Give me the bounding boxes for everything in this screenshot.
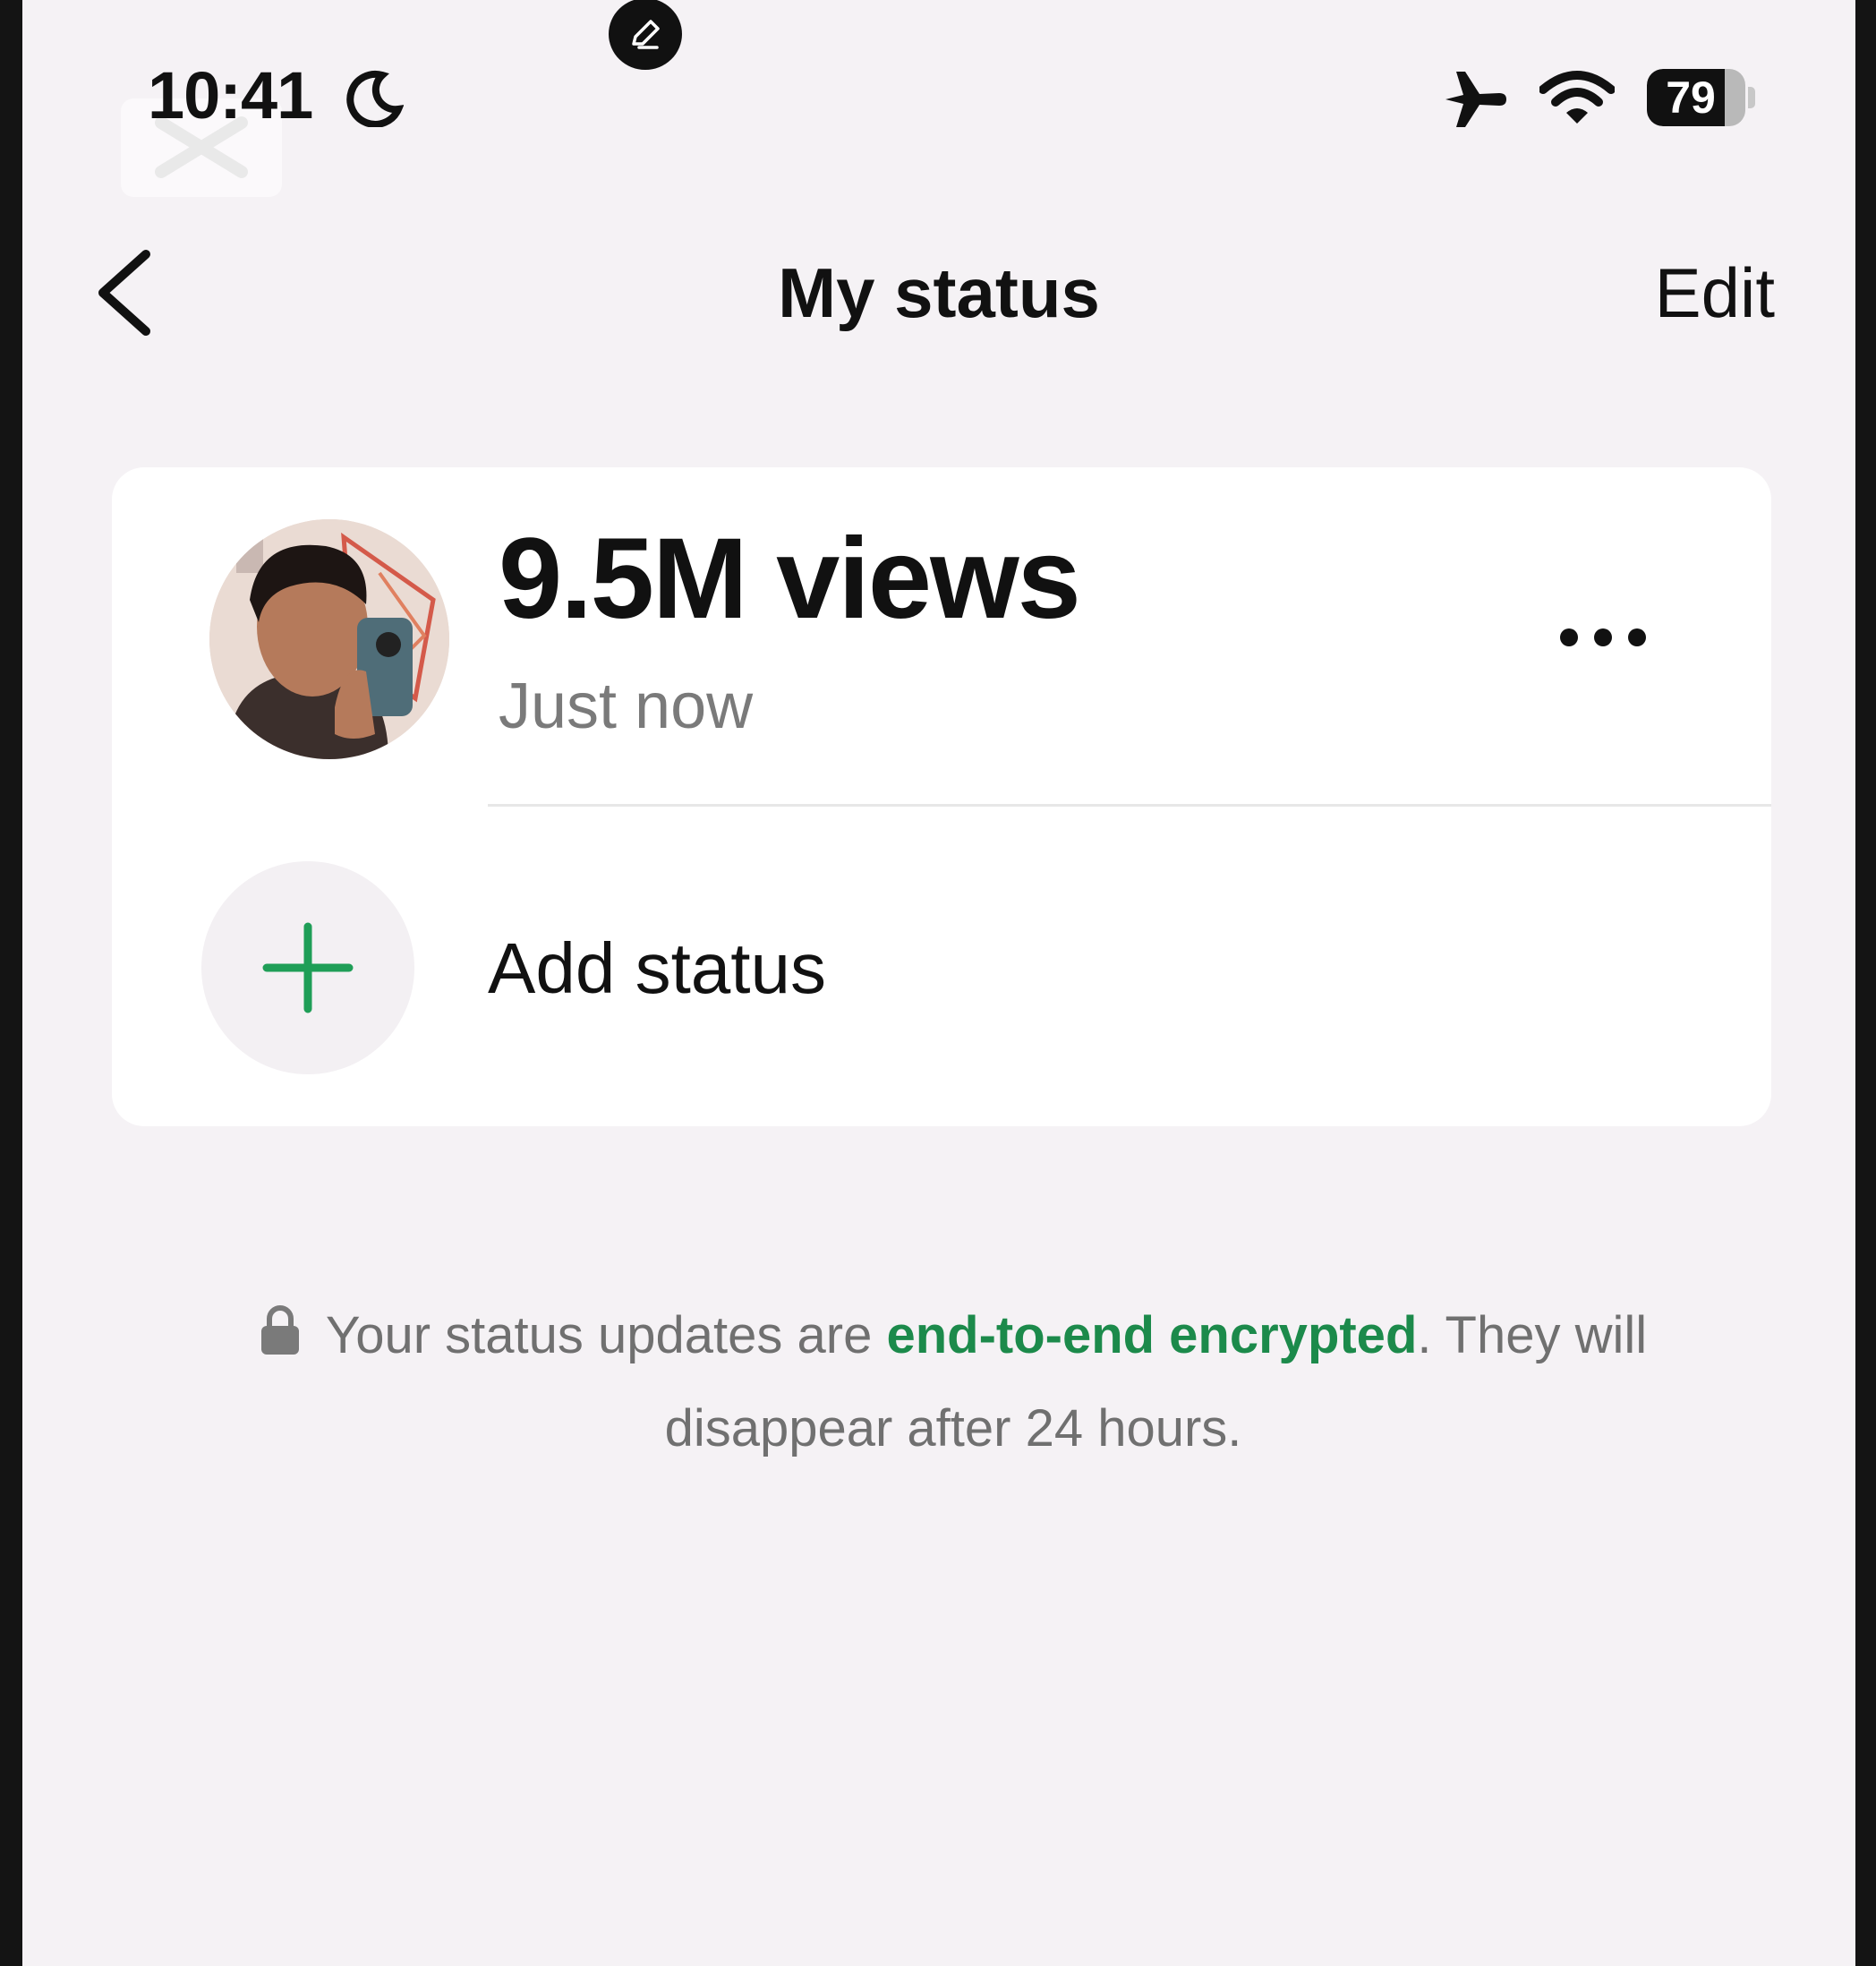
- more-options-button[interactable]: [1549, 606, 1657, 669]
- edit-pen-icon: [632, 20, 660, 49]
- add-status-icon-circle[interactable]: [201, 861, 414, 1074]
- my-status-card: 9.5M views Just now Add status: [112, 467, 1771, 1126]
- plus-icon: [262, 922, 354, 1013]
- status-time: 10:41: [148, 58, 313, 132]
- battery-indicator: 79: [1647, 69, 1745, 126]
- edit-pen-button[interactable]: [609, 0, 682, 70]
- lock-icon: [260, 1305, 299, 1355]
- moon-icon: [346, 70, 404, 127]
- battery-tip: [1748, 87, 1755, 108]
- page-title: My status: [778, 253, 1100, 332]
- battery-percent: 79: [1666, 73, 1716, 123]
- add-status-button[interactable]: Add status: [488, 927, 826, 1010]
- avatar[interactable]: [209, 519, 449, 759]
- wifi-icon: [1539, 71, 1615, 124]
- status-views-count: 9.5M views: [499, 515, 1081, 643]
- airplane-icon: [1445, 72, 1506, 127]
- encryption-notice: Your status updates are end-to-end encry…: [175, 1289, 1732, 1475]
- edit-button[interactable]: Edit: [1655, 252, 1775, 333]
- divider: [488, 804, 1771, 807]
- encryption-text-prefix: Your status updates are: [325, 1306, 887, 1364]
- end-to-end-encrypted-link[interactable]: end-to-end encrypted: [886, 1306, 1417, 1364]
- status-timestamp: Just now: [499, 671, 754, 742]
- phone-screen: 10:41 79 My status Edit 9.5M views Just …: [22, 0, 1855, 1966]
